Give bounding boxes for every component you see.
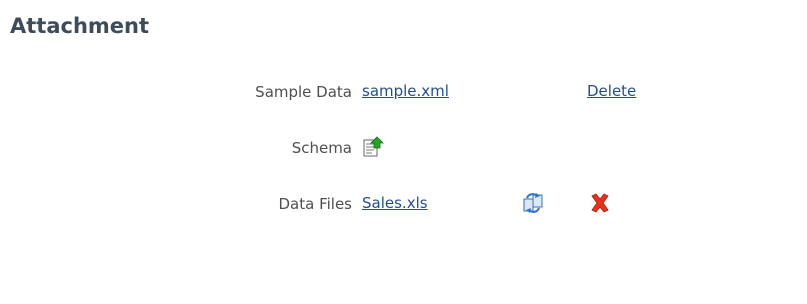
data-files-label: Data Files bbox=[278, 195, 353, 213]
delete-sample-data-link[interactable]: Delete bbox=[587, 82, 636, 100]
attachment-panel: Attachment Sample Data sample.xml Delete… bbox=[0, 0, 807, 304]
schema-row: Schema bbox=[0, 136, 807, 160]
upload-schema-icon[interactable] bbox=[362, 136, 384, 158]
data-files-value: Sales.xls bbox=[362, 194, 428, 212]
sample-data-file-link[interactable]: sample.xml bbox=[362, 82, 449, 100]
data-file-link[interactable]: Sales.xls bbox=[362, 194, 428, 212]
delete-x-icon[interactable] bbox=[589, 192, 611, 214]
refresh-icon[interactable] bbox=[522, 192, 544, 214]
sample-data-value: sample.xml bbox=[362, 82, 449, 100]
section-title: Attachment bbox=[10, 14, 150, 38]
sample-data-row: Sample Data sample.xml Delete bbox=[0, 80, 807, 104]
data-files-row: Data Files Sales.xls bbox=[0, 192, 807, 216]
sample-data-label: Sample Data bbox=[255, 83, 352, 101]
delete-sample-data-container: Delete bbox=[587, 82, 636, 100]
schema-label: Schema bbox=[291, 139, 352, 157]
